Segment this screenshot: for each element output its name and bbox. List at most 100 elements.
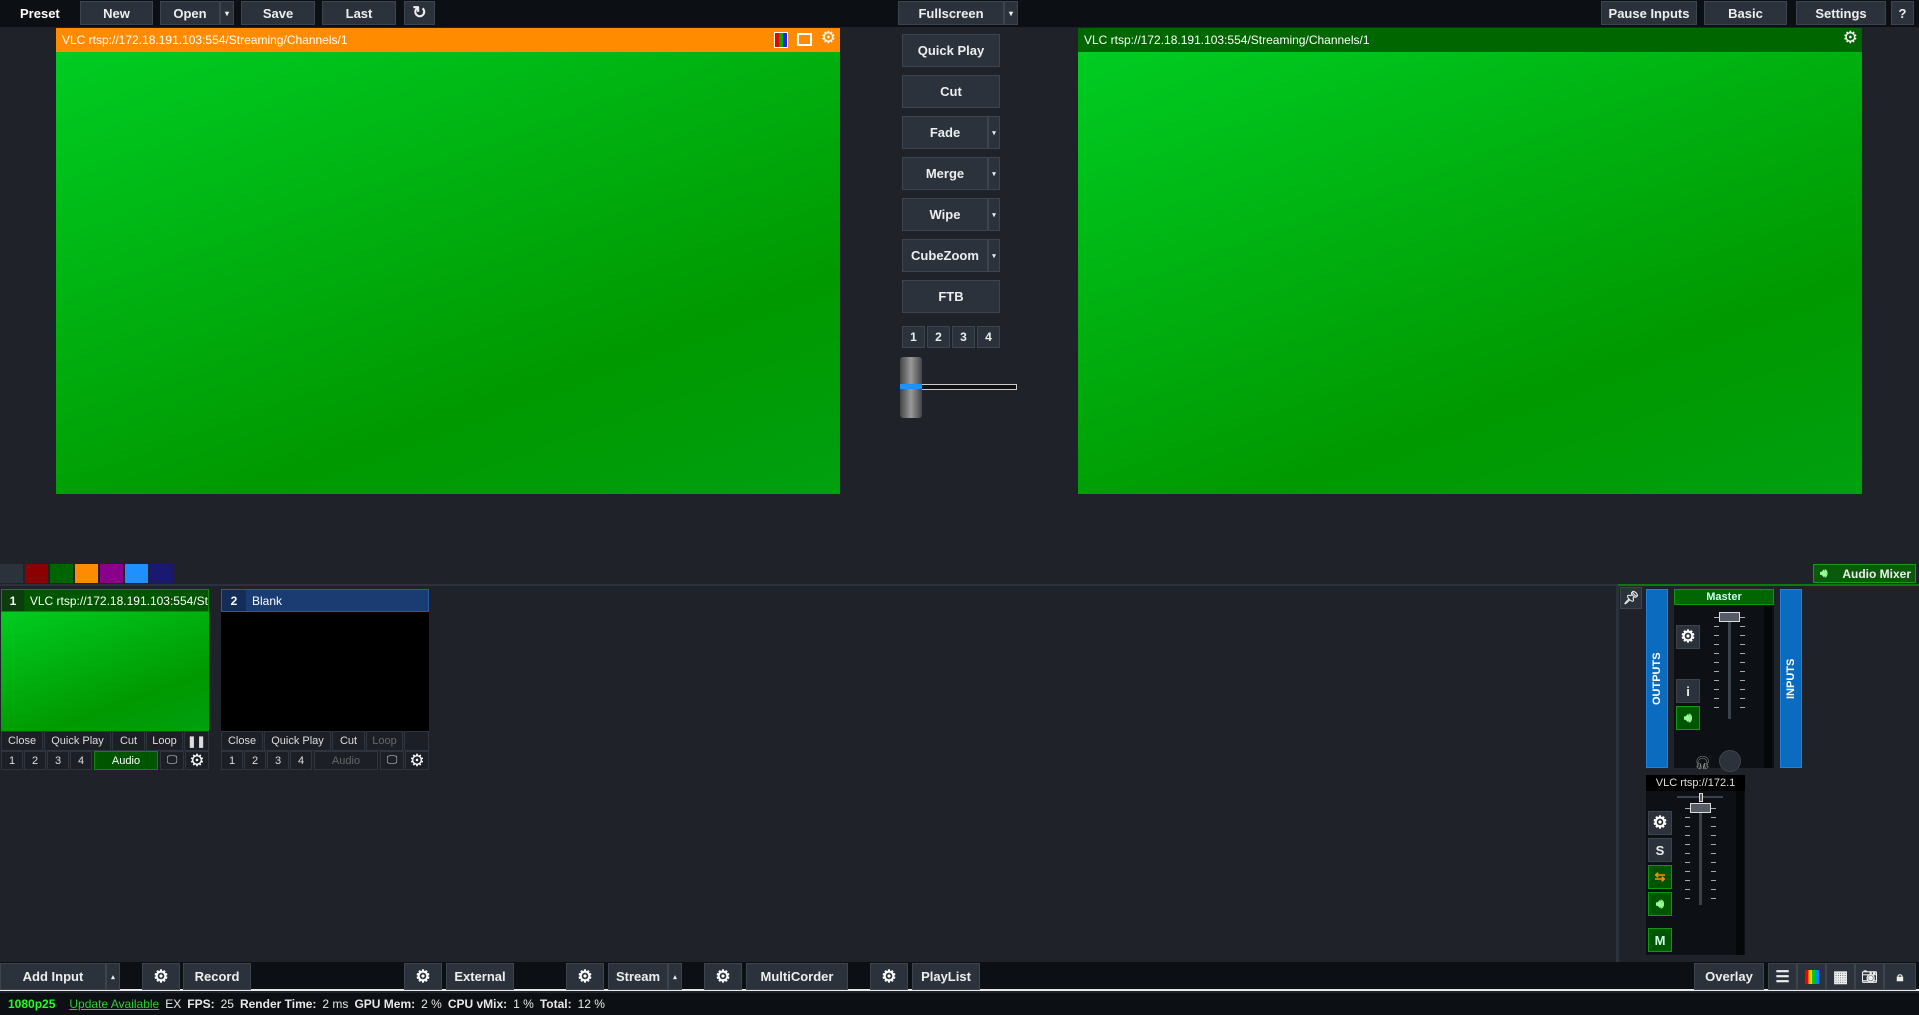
add-input-dropdown[interactable]: ▴ — [106, 963, 120, 990]
lock-icon[interactable]: 🔒︎ — [1884, 963, 1916, 990]
color-tab-5[interactable] — [125, 564, 148, 583]
overlay-2-button[interactable]: 2 — [244, 751, 266, 770]
pin-icon[interactable]: 📌︎ — [1620, 587, 1642, 609]
fullscreen-button[interactable]: Fullscreen — [898, 1, 1004, 25]
overlay-4-button[interactable]: 4 — [70, 751, 92, 770]
cut-button[interactable]: Cut — [332, 731, 365, 751]
wipe-dropdown[interactable]: ▾ — [988, 198, 1000, 231]
outputs-tab[interactable]: OUTPUTS — [1646, 589, 1668, 768]
solo-button[interactable]: S — [1648, 838, 1672, 862]
transition-4-button[interactable]: 4 — [977, 326, 1000, 348]
cut-button[interactable]: Cut — [112, 731, 145, 751]
overlay-button[interactable]: Overlay — [1694, 963, 1764, 990]
save-button[interactable]: Save — [241, 1, 315, 25]
preview-video[interactable] — [56, 52, 840, 494]
settings-button[interactable]: Settings — [1796, 1, 1886, 25]
color-bars-icon[interactable] — [774, 32, 788, 48]
monitor-icon[interactable]: 🖵 — [160, 751, 184, 770]
add-input-button[interactable]: Add Input — [0, 963, 106, 990]
transition-1-button[interactable]: 1 — [902, 326, 925, 348]
overlay-4-button[interactable]: 4 — [290, 751, 312, 770]
audio-button[interactable]: Audio — [94, 751, 158, 770]
record-settings-gear-icon[interactable] — [142, 963, 180, 990]
merge-button[interactable]: Merge — [902, 157, 988, 190]
color-tab-0[interactable] — [0, 564, 23, 583]
color-tab-3[interactable] — [75, 564, 98, 583]
cubezoom-dropdown[interactable]: ▾ — [988, 239, 1000, 272]
input-preview[interactable] — [221, 612, 429, 731]
transition-3-button[interactable]: 3 — [952, 326, 975, 348]
input-volume-fader[interactable] — [1690, 803, 1711, 813]
inputs-tab[interactable]: INPUTS — [1780, 589, 1802, 768]
gear-icon[interactable] — [1676, 625, 1700, 649]
help-button[interactable]: ? — [1891, 1, 1914, 25]
gear-icon[interactable] — [1648, 811, 1672, 835]
color-tab-4[interactable] — [100, 564, 123, 583]
gear-icon[interactable] — [821, 28, 836, 48]
external-button[interactable]: External — [446, 963, 514, 990]
multiview-icon[interactable]: ▦ — [1826, 963, 1855, 990]
wipe-button[interactable]: Wipe — [902, 198, 988, 231]
overlay-1-button[interactable]: 1 — [221, 751, 243, 770]
master-volume-fader[interactable] — [1719, 612, 1740, 622]
basic-button[interactable]: Basic — [1704, 1, 1787, 25]
external-settings-gear-icon[interactable] — [404, 963, 442, 990]
refresh-icon[interactable]: ↻ — [404, 1, 435, 25]
fullscreen-dropdown-button[interactable]: ▾ — [1004, 1, 1018, 25]
bus-routing-icon[interactable]: ⇆ — [1648, 865, 1672, 889]
stream-button[interactable]: Stream — [608, 963, 668, 990]
multicorder-settings-gear-icon[interactable] — [704, 963, 742, 990]
pause-inputs-button[interactable]: Pause Inputs — [1601, 1, 1697, 25]
color-tab-1[interactable] — [25, 564, 48, 583]
stream-settings-gear-icon[interactable] — [566, 963, 604, 990]
gear-icon[interactable] — [405, 751, 429, 770]
gear-icon[interactable] — [185, 751, 209, 770]
loop-button[interactable]: Loop — [366, 731, 403, 751]
quick-play-button[interactable]: Quick Play — [44, 731, 111, 751]
playlist-button[interactable]: PlayList — [912, 963, 980, 990]
list-view-icon[interactable]: ☰ — [1768, 963, 1797, 990]
overlay-1-button[interactable]: 1 — [1, 751, 23, 770]
monitor-icon[interactable]: 🖵 — [380, 751, 404, 770]
speaker-icon[interactable]: 🔊︎ — [1676, 706, 1700, 730]
headphone-volume-knob[interactable] — [1719, 750, 1741, 772]
open-dropdown-button[interactable]: ▾ — [220, 1, 234, 25]
speaker-icon[interactable]: 🔊︎ — [1648, 892, 1672, 916]
close-button[interactable]: Close — [221, 731, 263, 751]
overlay-3-button[interactable]: 3 — [267, 751, 289, 770]
ftb-button[interactable]: FTB — [902, 280, 1000, 313]
input-preview[interactable] — [1, 612, 209, 731]
audio-mixer-button[interactable]: 🔊︎ Audio Mixer — [1813, 564, 1916, 583]
quick-play-button[interactable]: Quick Play — [264, 731, 331, 751]
cut-button[interactable]: Cut — [902, 75, 1000, 108]
pause-icon[interactable]: ❚❚ — [184, 731, 209, 751]
update-available-link[interactable]: Update Available — [69, 997, 159, 1011]
snapshot-icon[interactable]: 📷︎ — [1855, 963, 1884, 990]
loop-button[interactable]: Loop — [146, 731, 183, 751]
audio-levels-icon[interactable] — [1797, 963, 1826, 990]
open-button[interactable]: Open — [160, 1, 220, 25]
color-tab-2[interactable] — [50, 564, 73, 583]
last-button[interactable]: Last — [322, 1, 396, 25]
transition-2-button[interactable]: 2 — [927, 326, 950, 348]
color-tab-6[interactable] — [150, 564, 173, 583]
cubezoom-button[interactable]: CubeZoom — [902, 239, 988, 272]
multicorder-button[interactable]: MultiCorder — [746, 963, 848, 990]
overlay-2-button[interactable]: 2 — [24, 751, 46, 770]
info-button[interactable]: i — [1676, 679, 1700, 703]
gear-icon[interactable] — [1843, 28, 1858, 48]
new-button[interactable]: New — [80, 1, 153, 25]
t-bar-handle[interactable] — [900, 357, 922, 418]
program-video[interactable] — [1078, 52, 1862, 494]
merge-dropdown[interactable]: ▾ — [988, 157, 1000, 190]
quick-play-button[interactable]: Quick Play — [902, 34, 1000, 67]
close-button[interactable]: Close — [1, 731, 43, 751]
safe-area-icon[interactable] — [797, 33, 812, 46]
stream-dropdown[interactable]: ▴ — [668, 963, 682, 990]
fade-dropdown[interactable]: ▾ — [988, 116, 1000, 149]
fade-button[interactable]: Fade — [902, 116, 988, 149]
master-bus-button[interactable]: M — [1648, 928, 1672, 952]
audio-button[interactable]: Audio — [314, 751, 378, 770]
pan-handle[interactable] — [1699, 793, 1703, 802]
overlay-3-button[interactable]: 3 — [47, 751, 69, 770]
